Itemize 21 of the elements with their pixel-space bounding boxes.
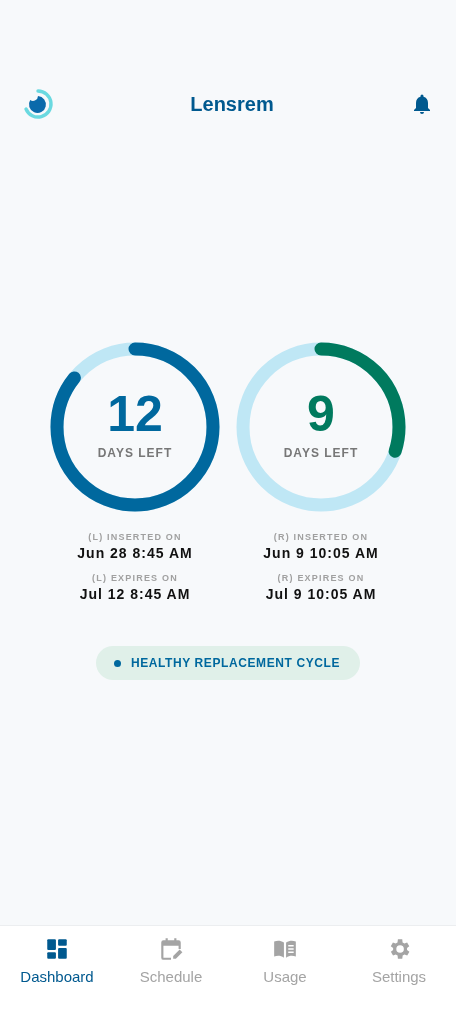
days-count: 12 — [106, 386, 164, 442]
logo-icon — [22, 88, 54, 120]
inserted-date: Jun 9 10:05 AM — [263, 545, 379, 561]
grid-icon — [44, 936, 70, 962]
expires-label: (R) EXPIRES ON — [277, 573, 365, 583]
nav-tab[interactable]: Usage — [228, 926, 342, 996]
inserted-date: Jun 28 8:45 AM — [77, 545, 193, 561]
days-label: DAYS LEFT — [96, 446, 174, 460]
expires-date: Jul 12 8:45 AM — [79, 586, 191, 602]
inserted-label: (L) INSERTED ON — [88, 532, 182, 542]
days-label: DAYS LEFT — [282, 446, 360, 460]
nav-tab[interactable]: Settings — [342, 926, 456, 996]
nav-tab[interactable]: Schedule — [114, 926, 228, 996]
nav-tab[interactable]: Dashboard — [0, 926, 114, 996]
status-text: HEALTHY REPLACEMENT CYCLE — [130, 656, 341, 670]
expires-label: (L) EXPIRES ON — [92, 573, 178, 583]
calendar-edit-icon — [158, 936, 184, 962]
inserted-label: (R) INSERTED ON — [273, 532, 369, 542]
app-title: Lensrem — [190, 92, 274, 116]
days-count: 9 — [306, 386, 336, 442]
expires-date: Jul 9 10:05 AM — [265, 586, 377, 602]
